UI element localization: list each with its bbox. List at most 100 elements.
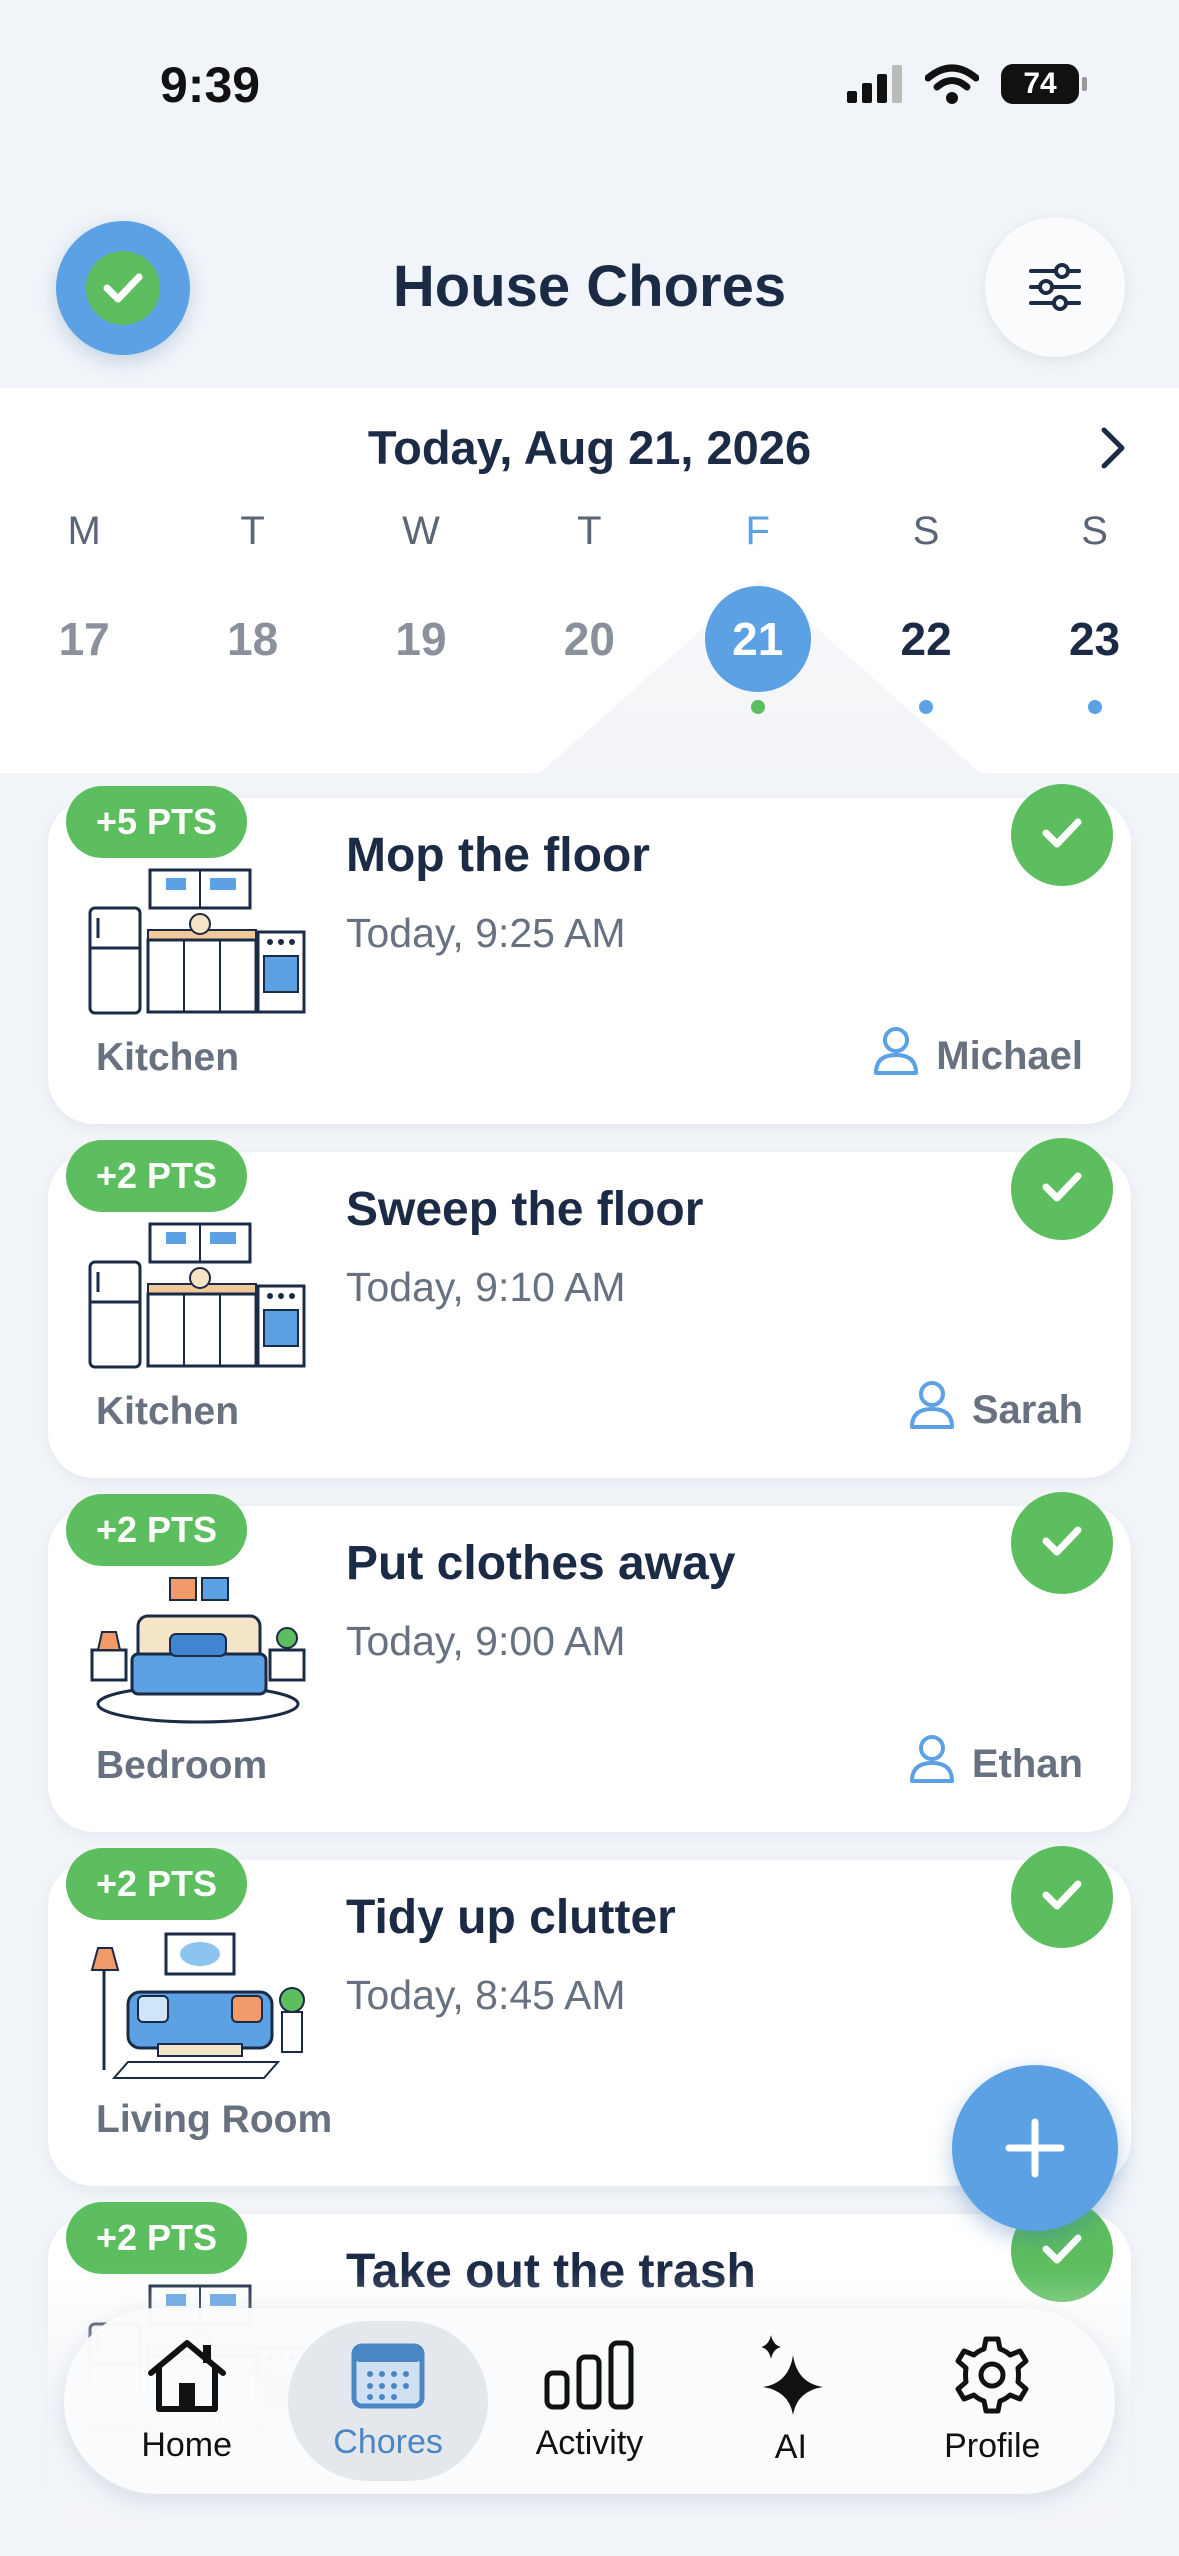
filter-button[interactable] bbox=[985, 217, 1125, 357]
bedroom-illustration bbox=[88, 1576, 308, 1726]
tab-home[interactable]: Home bbox=[87, 2321, 287, 2481]
assignee: Ethan bbox=[908, 1734, 1083, 1794]
sparkle-icon bbox=[755, 2335, 827, 2420]
complete-chore-button[interactable] bbox=[1011, 1492, 1113, 1594]
day-indicator-dot bbox=[77, 700, 91, 714]
kitchen-illustration bbox=[88, 868, 308, 1018]
calendar-icon bbox=[350, 2340, 426, 2415]
day-indicator-dot bbox=[582, 700, 596, 714]
status-icons: 74 bbox=[847, 64, 1087, 104]
points-badge: +5 PTS bbox=[66, 786, 248, 858]
tab-profile[interactable]: Profile bbox=[892, 2321, 1092, 2481]
chore-card[interactable]: +2 PTS Put clothes away Today, 9:00 AM Bedr… bbox=[48, 1492, 1131, 1832]
day-number: 21 bbox=[704, 586, 811, 692]
day-letter: S bbox=[1081, 509, 1108, 553]
chore-card[interactable]: +5 PTS Mop the floor Today, 9:25 AM Kitchen… bbox=[48, 784, 1131, 1124]
chore-title: Tidy up clutter bbox=[346, 1891, 676, 1944]
calendar-day[interactable]: M 17 bbox=[0, 506, 168, 714]
tab-label: Activity bbox=[535, 2424, 644, 2462]
tab-ai[interactable]: AI bbox=[691, 2321, 891, 2481]
living-room-illustration bbox=[88, 1930, 308, 2080]
battery-indicator: 74 bbox=[1001, 64, 1087, 104]
check-icon bbox=[1042, 1879, 1082, 1916]
chore-time: Today, 8:45 AM bbox=[346, 1972, 626, 2018]
assignee-name: Ethan bbox=[971, 1741, 1083, 1786]
day-indicator-dot bbox=[1087, 700, 1102, 714]
person-icon bbox=[908, 1380, 956, 1440]
assignee-name: Michael bbox=[936, 1033, 1083, 1078]
check-icon bbox=[1042, 1525, 1082, 1562]
signal-icon bbox=[847, 65, 902, 103]
tab-activity[interactable]: Activity bbox=[489, 2321, 689, 2481]
tab-label: AI bbox=[774, 2428, 807, 2466]
chore-title: Put clothes away bbox=[346, 1537, 736, 1590]
points-badge: +2 PTS bbox=[66, 1494, 248, 1566]
chore-room: Kitchen bbox=[96, 1036, 240, 1079]
day-number: 20 bbox=[563, 613, 615, 665]
person-icon bbox=[872, 1026, 920, 1086]
chore-time: Today, 9:10 AM bbox=[346, 1264, 626, 1310]
complete-chore-button[interactable] bbox=[1011, 784, 1113, 886]
check-icon bbox=[1042, 1171, 1082, 1208]
chore-time: Today, 9:00 AM bbox=[346, 1618, 626, 1664]
bar-chart-icon bbox=[543, 2339, 635, 2416]
chore-card[interactable]: +2 PTS Sweep the floor Today, 9:10 AM Kitch… bbox=[48, 1138, 1131, 1478]
calendar-day[interactable]: F 21 bbox=[674, 506, 842, 714]
day-letter: W bbox=[402, 509, 440, 553]
calendar-days: M 17 T 18 W 19 T 20 F 21 S 22 S 23 bbox=[0, 506, 1179, 714]
calendar-day[interactable]: S 23 bbox=[1010, 506, 1178, 714]
calendar-day[interactable]: S 22 bbox=[842, 506, 1010, 714]
calendar-date-label: Today, Aug 21, 2026 bbox=[367, 421, 812, 474]
sliders-icon bbox=[1029, 263, 1081, 311]
day-indicator-dot bbox=[919, 700, 934, 714]
status-time: 9:39 bbox=[160, 57, 261, 113]
day-indicator-dot bbox=[246, 700, 260, 714]
chevron-right-icon bbox=[1101, 427, 1125, 469]
tab-chores[interactable]: Chores bbox=[288, 2321, 489, 2481]
tab-bar: Home Chores Activity AI Profile bbox=[64, 2308, 1115, 2494]
complete-chore-button[interactable] bbox=[1011, 1138, 1113, 1240]
assignee: Michael bbox=[872, 1026, 1083, 1086]
week-calendar: Today, Aug 21, 2026 M 17 T 18 W 19 T 20 F 21 S 22 S 2… bbox=[0, 388, 1179, 773]
tab-label: Home bbox=[141, 2426, 233, 2464]
day-indicator-dot bbox=[750, 700, 765, 714]
chore-room: Living Room bbox=[96, 2098, 333, 2141]
calendar-day[interactable]: T 18 bbox=[168, 506, 336, 714]
day-number: 17 bbox=[58, 613, 110, 665]
day-number: 22 bbox=[900, 613, 952, 665]
day-letter: T bbox=[240, 509, 265, 553]
add-chore-button[interactable] bbox=[952, 2065, 1118, 2231]
plus-icon bbox=[1005, 2118, 1065, 2178]
person-icon bbox=[908, 1734, 956, 1794]
assignee-name: Sarah bbox=[971, 1387, 1083, 1432]
chore-title: Sweep the floor bbox=[346, 1183, 704, 1236]
day-number: 19 bbox=[395, 613, 447, 665]
assignee: Sarah bbox=[908, 1380, 1083, 1440]
day-letter: F bbox=[745, 509, 770, 553]
tab-label: Profile bbox=[944, 2427, 1041, 2465]
calendar-day[interactable]: W 19 bbox=[337, 506, 505, 714]
points-badge: +2 PTS bbox=[66, 2202, 248, 2274]
day-number: 23 bbox=[1068, 613, 1121, 665]
kitchen-illustration bbox=[88, 1222, 308, 1372]
day-letter: M bbox=[67, 509, 101, 553]
complete-chore-button[interactable] bbox=[1011, 1846, 1113, 1948]
chore-room: Kitchen bbox=[96, 1390, 240, 1433]
wifi-icon bbox=[925, 64, 979, 104]
calendar-day[interactable]: T 20 bbox=[505, 506, 673, 714]
chore-time: Today, 9:25 AM bbox=[346, 910, 626, 956]
check-icon bbox=[1042, 817, 1082, 854]
day-number: 18 bbox=[226, 613, 279, 665]
day-letter: S bbox=[912, 509, 940, 553]
check-icon bbox=[1042, 2233, 1082, 2270]
tab-label: Chores bbox=[333, 2423, 443, 2461]
next-week-button[interactable] bbox=[1083, 418, 1143, 478]
home-icon bbox=[145, 2337, 229, 2418]
points-badge: +2 PTS bbox=[66, 1140, 248, 1212]
chore-room: Bedroom bbox=[96, 1744, 268, 1787]
day-letter: T bbox=[577, 509, 602, 553]
header: House Chores bbox=[0, 215, 1179, 385]
chore-title: Mop the floor bbox=[346, 829, 650, 882]
status-bar: 9:39 74 bbox=[0, 0, 1179, 170]
points-badge: +2 PTS bbox=[66, 1848, 248, 1920]
